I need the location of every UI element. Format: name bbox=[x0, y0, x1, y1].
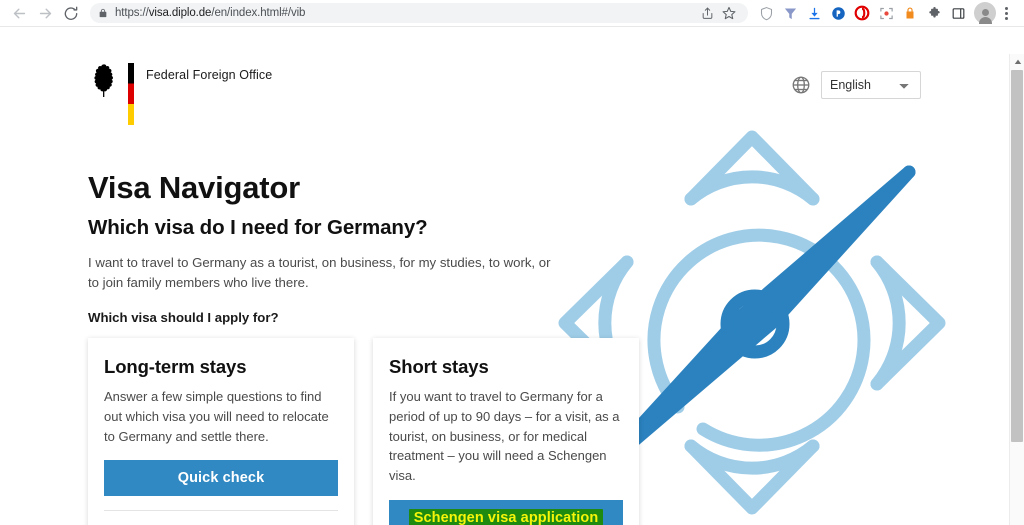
schengen-visa-application-label: Schengen visa application bbox=[408, 508, 604, 525]
reload-button[interactable] bbox=[58, 0, 84, 26]
intro-paragraph: I want to travel to Germany as a tourist… bbox=[88, 255, 551, 290]
back-button[interactable] bbox=[6, 0, 32, 26]
vertical-scrollbar[interactable] bbox=[1009, 54, 1024, 525]
compass-hub-icon bbox=[720, 289, 790, 359]
language-selector: English bbox=[791, 71, 921, 99]
blue-circle-extension-icon[interactable] bbox=[826, 1, 850, 25]
shield-extension-icon[interactable] bbox=[754, 1, 778, 25]
page-viewport: Federal Foreign Office English Visa Navi… bbox=[0, 27, 1024, 525]
profile-avatar[interactable] bbox=[970, 1, 996, 25]
schengen-visa-application-button[interactable]: Schengen visa application bbox=[389, 499, 623, 525]
eagle-icon bbox=[94, 64, 113, 97]
star-icon[interactable] bbox=[718, 3, 740, 23]
screen-capture-extension-icon[interactable] bbox=[874, 1, 898, 25]
forward-button[interactable] bbox=[32, 0, 58, 26]
arrow-left-icon bbox=[13, 8, 25, 18]
german-flag-bar bbox=[128, 63, 134, 125]
card-long-term-stays: Long-term stays Answer a few simple ques… bbox=[88, 338, 354, 525]
funnel-extension-icon[interactable] bbox=[778, 1, 802, 25]
scroll-up-button[interactable] bbox=[1010, 54, 1024, 69]
card-title: Long-term stays bbox=[104, 356, 247, 377]
federal-eagle-logo[interactable]: Federal Foreign Office bbox=[88, 63, 272, 125]
option-cards: Long-term stays Answer a few simple ques… bbox=[88, 338, 639, 525]
card-divider bbox=[104, 510, 338, 512]
card-body: If you want to travel to Germany for a p… bbox=[389, 389, 620, 483]
card-body: Answer a few simple questions to find ou… bbox=[104, 389, 329, 444]
card-short-stays: Short stays If you want to travel to Ger… bbox=[373, 338, 639, 525]
office-name: Federal Foreign Office bbox=[146, 68, 273, 82]
reload-icon bbox=[64, 6, 78, 20]
scrollbar-thumb[interactable] bbox=[1011, 70, 1023, 442]
language-select[interactable]: English bbox=[821, 71, 921, 99]
lock-icon bbox=[98, 7, 108, 19]
red-o-extension-icon[interactable] bbox=[850, 1, 874, 25]
quick-check-button[interactable]: Quick check bbox=[104, 460, 338, 497]
extensions-bar bbox=[754, 1, 1018, 25]
page-title: Visa Navigator bbox=[88, 170, 301, 205]
url-text: https://visa.diplo.de/en/index.html#/vib bbox=[115, 7, 306, 19]
hero-section: Visa Navigator Which visa do I need for … bbox=[88, 169, 558, 325]
address-bar[interactable]: https://visa.diplo.de/en/index.html#/vib bbox=[90, 3, 748, 23]
browser-toolbar: https://visa.diplo.de/en/index.html#/vib bbox=[0, 0, 1024, 27]
omnibox-actions bbox=[696, 3, 740, 23]
card-title: Short stays bbox=[389, 356, 489, 377]
quick-check-label: Quick check bbox=[177, 470, 265, 487]
globe-icon bbox=[791, 75, 811, 95]
compass-needle bbox=[596, 165, 916, 474]
side-panel-icon[interactable] bbox=[946, 1, 970, 25]
chevron-up-icon bbox=[1014, 59, 1021, 64]
extensions-puzzle-icon[interactable] bbox=[922, 1, 946, 25]
chrome-menu-icon[interactable] bbox=[994, 1, 1018, 25]
arrow-right-icon bbox=[39, 8, 51, 18]
orange-lock-extension-icon[interactable] bbox=[898, 1, 922, 25]
site-header: Federal Foreign Office English bbox=[0, 27, 1009, 131]
question-prompt: Which visa should I apply for? bbox=[88, 309, 279, 325]
page-subtitle: Which visa do I need for Germany? bbox=[88, 216, 428, 240]
download-icon[interactable] bbox=[802, 1, 826, 25]
web-page: Federal Foreign Office English Visa Navi… bbox=[0, 27, 1009, 525]
share-icon[interactable] bbox=[696, 3, 718, 23]
